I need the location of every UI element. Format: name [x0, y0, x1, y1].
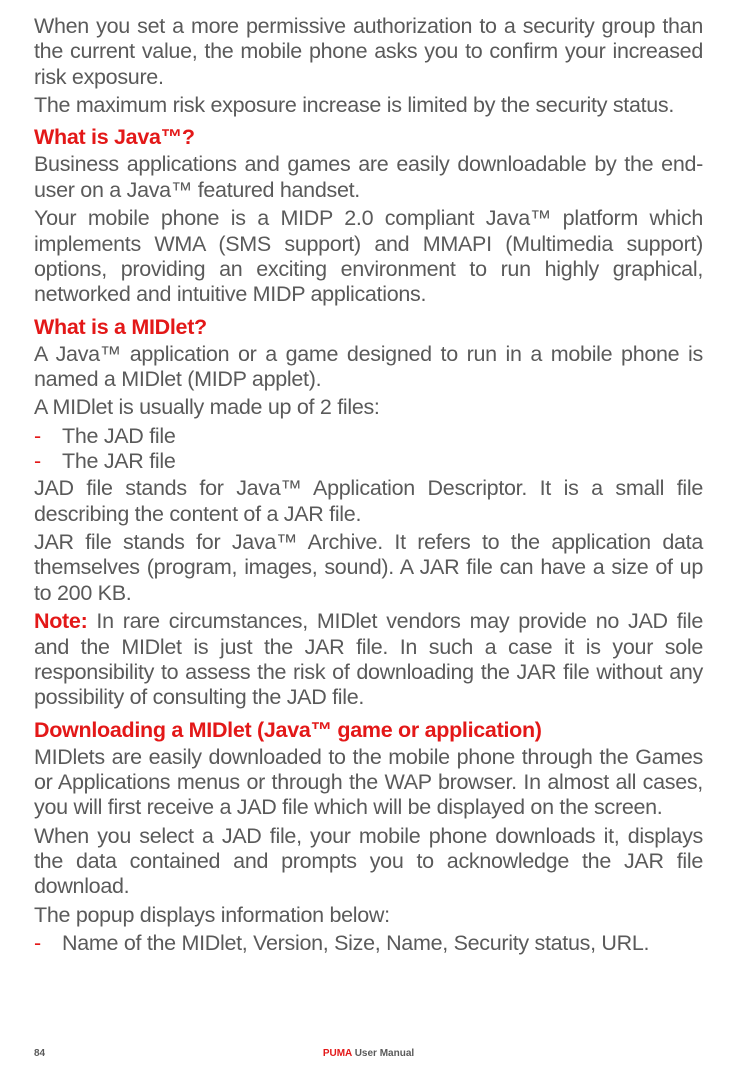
paragraph: JAD file stands for Java™ Application De…	[34, 476, 703, 527]
paragraph: Your mobile phone is a MIDP 2.0 complian…	[34, 206, 703, 307]
paragraph: Business applications and games are easi…	[34, 152, 703, 203]
paragraph: The maximum risk exposure increase is li…	[34, 93, 703, 118]
paragraph: When you select a JAD file, your mobile …	[34, 824, 703, 900]
document-page: When you set a more permissive authoriza…	[0, 0, 737, 1070]
heading-what-is-midlet: What is a MIDlet?	[34, 315, 703, 340]
paragraph: A Java™ application or a game designed t…	[34, 342, 703, 393]
paragraph: When you set a more permissive authoriza…	[34, 14, 703, 90]
note-label: Note:	[34, 609, 87, 633]
list-item: Name of the MIDlet, Version, Size, Name,…	[34, 931, 703, 956]
footer-title: PUMA User Manual	[323, 1048, 414, 1059]
list-item: The JAR file	[34, 449, 703, 474]
paragraph: MIDlets are easily downloaded to the mob…	[34, 745, 703, 821]
paragraph: A MIDlet is usually made up of 2 files:	[34, 395, 703, 420]
paragraph: JAR file stands for Java™ Archive. It re…	[34, 530, 703, 606]
list-item: The JAD file	[34, 424, 703, 449]
note-paragraph: Note: In rare circumstances, MIDlet vend…	[34, 609, 703, 710]
footer-title-suffix: User Manual	[352, 1048, 414, 1059]
heading-downloading-midlet: Downloading a MIDlet (Java™ game or appl…	[34, 718, 703, 743]
popup-info-list: Name of the MIDlet, Version, Size, Name,…	[34, 931, 703, 956]
page-number: 84	[34, 1048, 45, 1059]
brand-name: PUMA	[323, 1048, 352, 1059]
paragraph: The popup displays information below:	[34, 903, 703, 928]
heading-what-is-java: What is Java™?	[34, 125, 703, 150]
file-list: The JAD file The JAR file	[34, 424, 703, 475]
note-text: In rare circumstances, MIDlet vendors ma…	[34, 609, 703, 709]
